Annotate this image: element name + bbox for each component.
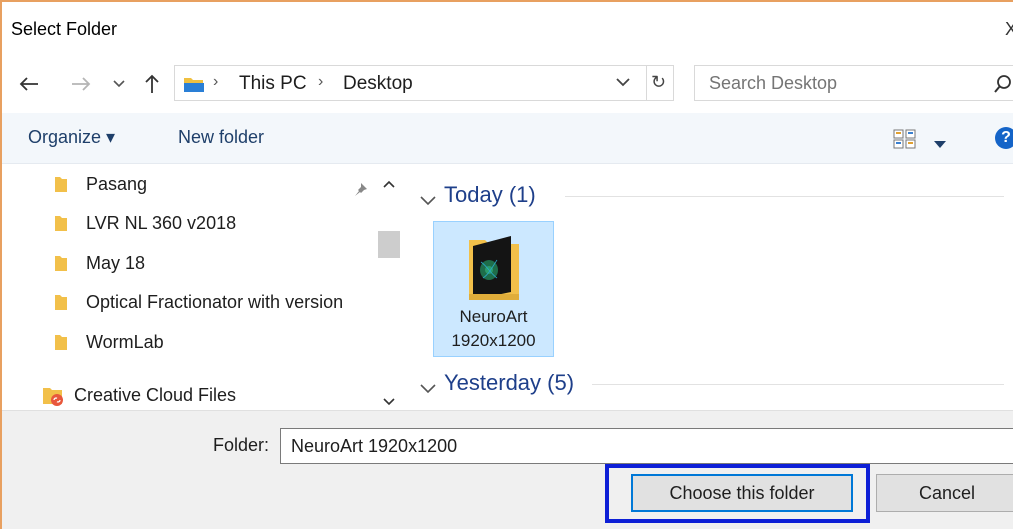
recent-locations-chevron-icon[interactable] [104, 70, 134, 98]
group-label: Yesterday (5) [444, 370, 575, 395]
nav-item-creative-cloud-files[interactable]: Creative Cloud Files [2, 381, 372, 410]
nav-item-pasang[interactable]: Pasang [2, 166, 372, 202]
folder-icon [54, 175, 68, 198]
cancel-button[interactable]: Cancel [876, 474, 1013, 512]
folder-icon [54, 254, 68, 277]
group-header-today[interactable]: Today (1) [420, 182, 1010, 212]
pin-icon[interactable] [352, 180, 368, 201]
close-icon[interactable]: X [1005, 19, 1013, 40]
forward-arrow-icon[interactable] [66, 70, 96, 98]
folder-item-name: NeuroArt 1920x1200 [434, 305, 553, 353]
folder-icon [54, 214, 68, 237]
collapse-chevron-icon[interactable] [420, 190, 436, 211]
nav-item-label: Optical Fractionator with version [86, 292, 344, 312]
address-divider [646, 66, 647, 100]
help-icon[interactable]: ? [995, 127, 1013, 149]
folder-item-name-line1: NeuroArt [459, 307, 528, 326]
breadcrumb-this-pc[interactable]: This PC [239, 73, 307, 95]
new-folder-button[interactable]: New folder [178, 127, 264, 148]
scroll-down-icon[interactable] [383, 390, 395, 411]
folder-item-name-line2: 1920x1200 [451, 331, 536, 350]
nav-item-label: LVR NL 360 v2018 [86, 213, 237, 233]
search-input[interactable] [695, 66, 985, 100]
navigation-scrollbar[interactable] [376, 164, 402, 410]
view-dropdown-icon[interactable] [934, 133, 946, 154]
breadcrumb-desktop[interactable]: Desktop [343, 73, 413, 95]
search-icon[interactable] [993, 74, 1013, 99]
group-divider [592, 384, 1004, 385]
image-folder-icon [467, 232, 521, 307]
dialog-title: Select Folder [11, 19, 118, 39]
group-divider [565, 196, 1004, 197]
select-folder-dialog: Select Folder X › This PC › Desktop ↻ Se… [0, 0, 1013, 529]
folder-name-input[interactable] [280, 428, 1013, 464]
scrollbar-thumb[interactable] [378, 231, 400, 258]
scroll-up-icon[interactable] [383, 172, 395, 193]
folder-icon [54, 333, 68, 356]
nav-item-label: May 18 [86, 253, 146, 273]
view-options-icon[interactable] [893, 129, 917, 154]
creative-cloud-folder-icon [42, 385, 66, 410]
title-bar: Select Folder X [2, 2, 1013, 58]
folder-field-label: Folder: [213, 435, 270, 455]
address-bar[interactable]: › This PC › Desktop ↻ [174, 65, 674, 101]
folder-icon [54, 293, 68, 316]
group-label: Today (1) [444, 182, 536, 207]
nav-item-label: Pasang [86, 174, 148, 194]
organize-button[interactable]: Organize ▾ [28, 127, 115, 148]
nav-item-label: Creative Cloud Files [74, 385, 237, 405]
nav-item-lvr-nl-360[interactable]: LVR NL 360 v2018 [2, 205, 372, 241]
breadcrumb-separator-icon: › [213, 73, 219, 90]
navigation-pane: Pasang LVR NL 360 v2018 May 18 Optical F… [2, 164, 402, 410]
nav-item-wormlab[interactable]: WormLab [2, 324, 372, 360]
nav-item-may-18[interactable]: May 18 [2, 245, 372, 281]
breadcrumb-separator-icon: › [318, 73, 324, 90]
address-dropdown-icon[interactable] [616, 74, 630, 95]
content-pane: Today (1) NeuroArt 1920x1200 Yesterday (… [402, 164, 1013, 410]
group-header-yesterday[interactable]: Yesterday (5) [420, 370, 1010, 400]
choose-this-folder-button[interactable]: Choose this folder [631, 474, 853, 512]
folder-item-neuroart[interactable]: NeuroArt 1920x1200 [433, 221, 554, 357]
folder-location-icon [183, 75, 205, 98]
search-box[interactable] [694, 65, 1013, 101]
back-arrow-icon[interactable] [14, 70, 44, 98]
command-bar: Organize ▾ New folder ? [2, 113, 1013, 164]
up-arrow-icon[interactable] [137, 70, 167, 98]
refresh-icon[interactable]: ↻ [651, 72, 666, 93]
nav-item-label: WormLab [86, 332, 164, 352]
nav-item-optical-fractionator[interactable]: Optical Fractionator with version [2, 284, 372, 320]
collapse-chevron-icon[interactable] [420, 378, 436, 399]
footer-panel: Folder: Choose this folder Cancel [2, 410, 1013, 529]
